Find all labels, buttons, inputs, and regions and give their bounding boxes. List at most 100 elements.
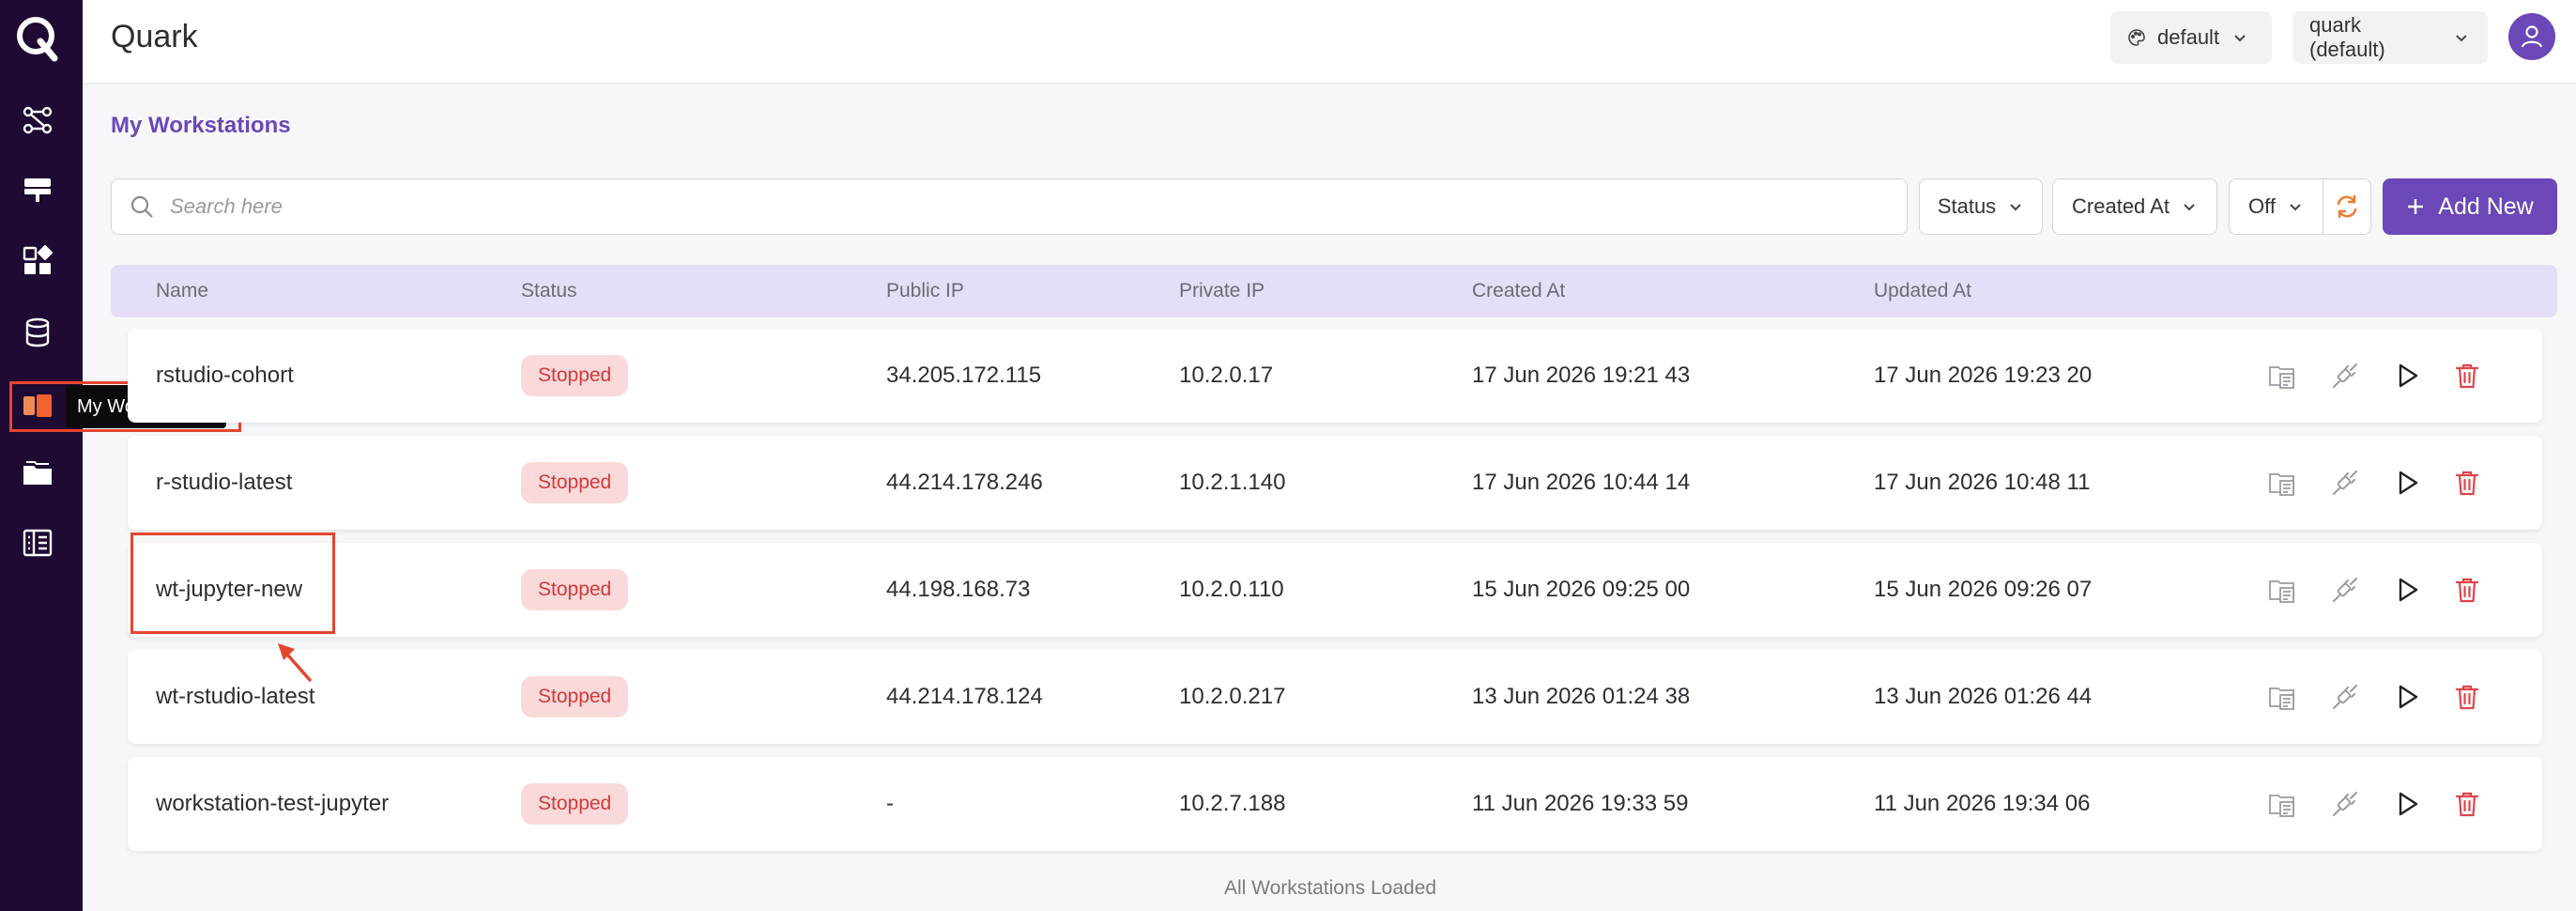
chevron-down-icon — [2010, 204, 2021, 211]
sidebar-item-workstations[interactable] — [17, 385, 58, 426]
column-header-public-ip: Public IP — [886, 280, 964, 301]
private-ip: 10.2.1.140 — [1179, 470, 1286, 495]
connect-button[interactable] — [2328, 573, 2362, 607]
connect-button[interactable] — [2328, 787, 2362, 821]
list-footer-status: All Workstations Loaded — [1224, 877, 1437, 899]
status-filter-label: Status — [1937, 194, 1997, 218]
delete-button[interactable] — [2450, 359, 2484, 393]
folder-logs-icon — [2269, 795, 2294, 817]
updated-at: 15 Jun 2026 09:26 07 — [1874, 577, 2093, 602]
private-ip: 10.2.0.17 — [1179, 363, 1274, 388]
start-button[interactable] — [2390, 787, 2424, 821]
palette-icon — [2128, 29, 2145, 46]
workspace-label: quark (default) — [2309, 13, 2385, 61]
theme-selector[interactable]: default — [2110, 11, 2272, 64]
workspace-selector[interactable]: quark (default) — [2292, 11, 2488, 64]
sort-filter[interactable]: Created At — [2052, 178, 2217, 235]
apps-icon — [23, 244, 54, 274]
user-avatar[interactable] — [2508, 13, 2555, 60]
workstation-icon — [23, 394, 52, 417]
play-icon — [2399, 471, 2418, 495]
logs-button[interactable] — [2266, 359, 2300, 393]
sidebar-item-servers[interactable] — [17, 169, 58, 210]
sort-filter-label: Created At — [2072, 194, 2170, 218]
notebook-icon — [23, 529, 53, 557]
created-at: 13 Jun 2026 01:24 38 — [1472, 684, 1691, 709]
trash-icon — [2455, 685, 2479, 710]
status-badge: Stopped — [521, 462, 629, 503]
page-title: My Workstations — [111, 113, 291, 138]
plug-icon — [2333, 578, 2357, 602]
created-at: 17 Jun 2026 10:44 14 — [1472, 470, 1691, 495]
table-row[interactable]: r-studio-latest Stopped 44.214.178.246 1… — [128, 436, 2542, 530]
workstation-name[interactable]: wt-rstudio-latest — [156, 684, 314, 710]
connect-button[interactable] — [2328, 466, 2362, 500]
play-icon — [2399, 578, 2418, 602]
workstation-name[interactable]: r-studio-latest — [156, 470, 292, 496]
search-icon — [130, 195, 153, 218]
workstation-name[interactable]: workstation-test-jupyter — [156, 791, 389, 817]
logs-button[interactable] — [2266, 466, 2300, 500]
updated-at: 17 Jun 2026 10:48 11 — [1874, 470, 2091, 495]
folder-logs-icon — [2269, 366, 2294, 389]
column-header-updated-at: Updated At — [1874, 280, 1971, 301]
top-header: Quark default quark (default) — [83, 0, 2576, 83]
plug-icon — [2333, 363, 2357, 388]
workstation-name[interactable]: rstudio-cohort — [156, 363, 294, 389]
trash-icon — [2455, 578, 2479, 603]
logs-button[interactable] — [2266, 573, 2300, 607]
column-header-name: Name — [156, 280, 209, 301]
status-badge: Stopped — [521, 569, 629, 610]
workstation-name[interactable]: wt-jupyter-new — [156, 577, 302, 603]
database-icon — [25, 317, 50, 347]
play-icon — [2399, 363, 2418, 388]
auto-refresh-select[interactable]: Off — [2229, 178, 2323, 235]
delete-button[interactable] — [2450, 466, 2484, 500]
connect-button[interactable] — [2328, 680, 2362, 714]
search-bar[interactable] — [111, 178, 1908, 235]
public-ip: 44.198.168.73 — [886, 577, 1031, 602]
table-row[interactable]: wt-jupyter-new Stopped 44.198.168.73 10.… — [128, 543, 2542, 637]
created-at: 17 Jun 2026 19:21 43 — [1472, 363, 1691, 388]
private-ip: 10.2.0.110 — [1179, 577, 1284, 602]
table-row[interactable]: rstudio-cohort Stopped 34.205.172.115 10… — [128, 329, 2542, 423]
search-input[interactable] — [170, 194, 1860, 219]
start-button[interactable] — [2390, 573, 2424, 607]
logs-button[interactable] — [2266, 680, 2300, 714]
updated-at: 13 Jun 2026 01:26 44 — [1874, 684, 2093, 709]
add-new-label: Add New — [2438, 193, 2534, 220]
sidebar-item-files[interactable] — [17, 453, 58, 494]
plus-icon — [2408, 199, 2424, 214]
status-badge: Stopped — [521, 676, 629, 718]
status-badge: Stopped — [521, 355, 629, 396]
auto-refresh-label: Off — [2248, 194, 2276, 218]
sidebar-item-notebooks[interactable] — [17, 522, 58, 564]
private-ip: 10.2.7.188 — [1179, 791, 1286, 816]
connect-button[interactable] — [2328, 359, 2362, 393]
delete-button[interactable] — [2450, 573, 2484, 607]
table-row[interactable]: workstation-test-jupyter Stopped - 10.2.… — [128, 757, 2542, 851]
sidebar-item-workflows[interactable] — [17, 100, 58, 141]
updated-at: 17 Jun 2026 19:23 20 — [1874, 363, 2093, 388]
sidebar-item-apps[interactable] — [17, 240, 58, 282]
chevron-down-icon — [2234, 35, 2246, 42]
table-header: Name Status Public IP Private IP Created… — [111, 265, 2557, 317]
logs-button[interactable] — [2266, 787, 2300, 821]
refresh-button[interactable] — [2323, 178, 2371, 235]
column-header-created-at: Created At — [1472, 280, 1566, 301]
delete-button[interactable] — [2450, 680, 2484, 714]
folder-icon — [23, 461, 52, 485]
delete-button[interactable] — [2450, 787, 2484, 821]
folder-logs-icon — [2269, 687, 2294, 710]
chevron-down-icon — [2456, 35, 2467, 42]
start-button[interactable] — [2390, 359, 2424, 393]
add-new-button[interactable]: Add New — [2383, 178, 2557, 235]
sidebar-item-databases[interactable] — [17, 312, 58, 353]
quark-logo[interactable] — [13, 13, 62, 62]
start-button[interactable] — [2390, 466, 2424, 500]
status-filter[interactable]: Status — [1919, 178, 2043, 235]
table-row[interactable]: wt-rstudio-latest Stopped 44.214.178.124… — [128, 650, 2542, 744]
refresh-icon — [2337, 194, 2357, 219]
start-button[interactable] — [2390, 680, 2424, 714]
plug-icon — [2333, 792, 2357, 816]
